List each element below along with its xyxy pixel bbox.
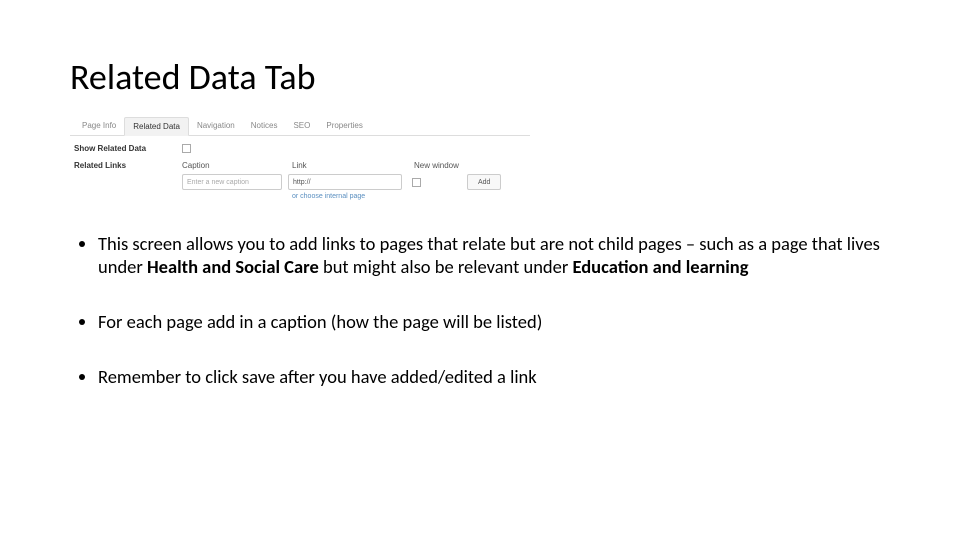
show-related-label: Show Related Data bbox=[74, 144, 182, 153]
show-related-checkbox[interactable] bbox=[182, 144, 191, 153]
bullet-3: Remember to click save after you have ad… bbox=[98, 365, 895, 388]
column-header-new-window: New window bbox=[414, 161, 474, 170]
add-button[interactable]: Add bbox=[467, 174, 501, 190]
bullet-1: This screen allows you to add links to p… bbox=[98, 232, 895, 278]
choose-internal-link[interactable]: or choose internal page bbox=[292, 193, 526, 200]
embedded-screenshot: Page Info Related Data Navigation Notice… bbox=[70, 117, 530, 204]
related-links-label: Related Links bbox=[74, 161, 182, 200]
tab-seo[interactable]: SEO bbox=[285, 117, 318, 135]
link-input[interactable]: http:// bbox=[288, 174, 402, 190]
bullet-1-text-b: but might also be relevant under bbox=[319, 255, 573, 278]
caption-input[interactable]: Enter a new caption bbox=[182, 174, 282, 190]
tab-page-info[interactable]: Page Info bbox=[74, 117, 124, 135]
new-window-checkbox[interactable] bbox=[412, 178, 421, 187]
tab-notices[interactable]: Notices bbox=[243, 117, 286, 135]
page-title: Related Data Tab bbox=[70, 55, 895, 99]
tab-related-data[interactable]: Related Data bbox=[124, 117, 189, 136]
tab-navigation[interactable]: Navigation bbox=[189, 117, 243, 135]
bullet-list: This screen allows you to add links to p… bbox=[70, 232, 895, 389]
column-header-caption: Caption bbox=[182, 161, 292, 170]
tab-bar: Page Info Related Data Navigation Notice… bbox=[70, 117, 530, 136]
tab-properties[interactable]: Properties bbox=[318, 117, 370, 135]
bullet-2: For each page add in a caption (how the … bbox=[98, 310, 895, 333]
bullet-1-bold-1: Health and Social Care bbox=[147, 255, 319, 278]
bullet-1-bold-2: Education and learning bbox=[573, 255, 749, 278]
column-header-link: Link bbox=[292, 161, 414, 170]
